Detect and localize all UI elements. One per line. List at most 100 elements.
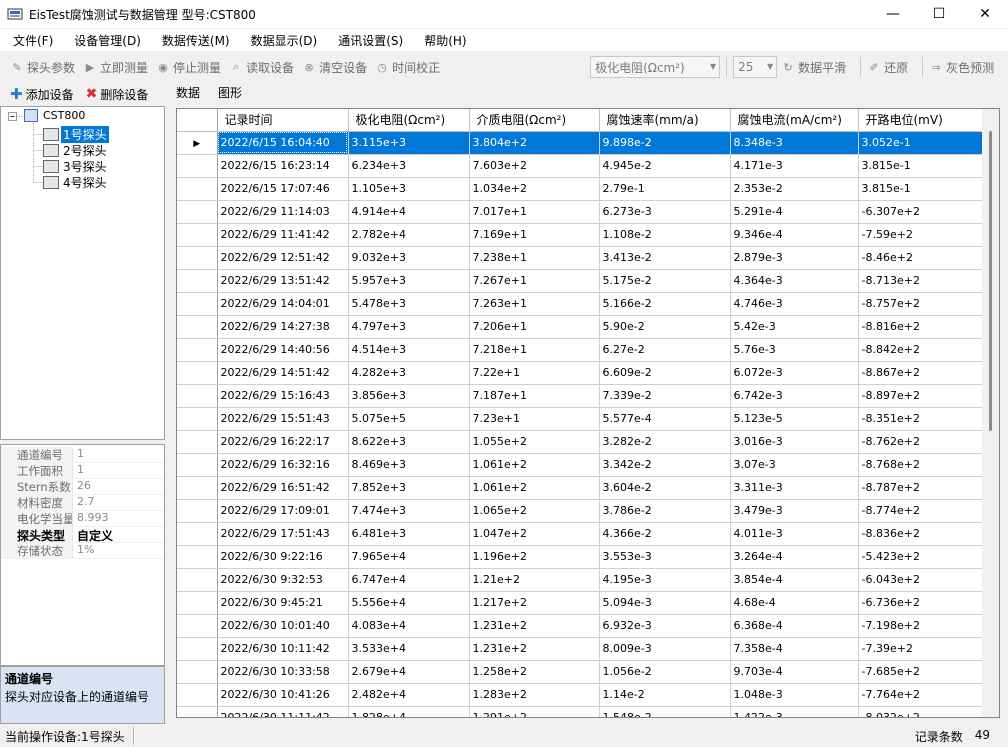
table-cell[interactable]: 3.052e-1: [858, 131, 984, 155]
table-row[interactable]: 2022/6/29 17:51:43 6.481e+3 1.047e+2 4.366e…: [177, 522, 984, 546]
table-cell[interactable]: 5.094e-3: [599, 591, 731, 615]
menu-comm[interactable]: 通讯设置(S): [325, 32, 411, 49]
row-header[interactable]: [177, 476, 218, 500]
table-cell[interactable]: -8.757e+2: [858, 292, 984, 316]
table-row[interactable]: 2022/6/29 16:22:17 8.622e+3 1.055e+2 3.282e…: [177, 430, 984, 454]
table-cell[interactable]: -7.685e+2: [858, 660, 984, 684]
table-cell[interactable]: -8.032e+2: [858, 706, 984, 717]
table-cell[interactable]: 2022/6/29 14:27:38: [217, 315, 349, 339]
stop-measure-button[interactable]: ◉ 停止测量: [156, 59, 221, 76]
table-cell[interactable]: 5.90e-2: [599, 315, 731, 339]
close-button[interactable]: ✕: [962, 0, 1008, 28]
table-cell[interactable]: -8.351e+2: [858, 407, 984, 431]
menu-help[interactable]: 帮助(H): [411, 32, 474, 49]
table-cell[interactable]: 6.609e-2: [599, 361, 731, 385]
table-row[interactable]: 2022/6/30 10:33:58 2.679e+4 1.258e+2 1.056e…: [177, 660, 984, 684]
scrollbar-thumb[interactable]: [989, 131, 992, 431]
menu-file[interactable]: 文件(F): [0, 32, 61, 49]
table-cell[interactable]: 5.166e-2: [599, 292, 731, 316]
row-header[interactable]: [177, 384, 218, 408]
table-cell[interactable]: 3.282e-2: [599, 430, 731, 454]
table-cell[interactable]: 7.218e+1: [469, 338, 600, 362]
table-cell[interactable]: 4.514e+3: [348, 338, 470, 362]
row-header[interactable]: [177, 660, 218, 684]
table-cell[interactable]: 2.782e+4: [348, 223, 470, 247]
table-cell[interactable]: -7.39e+2: [858, 637, 984, 661]
table-cell[interactable]: -8.867e+2: [858, 361, 984, 385]
table-cell[interactable]: 1.034e+2: [469, 177, 600, 201]
menu-device[interactable]: 设备管理(D): [61, 32, 149, 49]
tree-item-probe-4[interactable]: 4号探头: [43, 174, 109, 191]
table-cell[interactable]: 3.856e+3: [348, 384, 470, 408]
table-cell[interactable]: 8.622e+3: [348, 430, 470, 454]
table-cell[interactable]: 2022/6/30 9:22:16: [217, 545, 349, 569]
table-cell[interactable]: 7.22e+1: [469, 361, 600, 385]
table-cell[interactable]: 3.854e-4: [730, 568, 859, 592]
table-cell[interactable]: 7.169e+1: [469, 223, 600, 247]
row-header[interactable]: [177, 706, 218, 717]
table-cell[interactable]: 2.679e+4: [348, 660, 470, 684]
table-row[interactable]: 2022/6/30 10:41:26 2.482e+4 1.283e+2 1.14e-…: [177, 683, 984, 707]
tab-chart[interactable]: 图形: [218, 84, 242, 104]
table-cell[interactable]: -8.774e+2: [858, 499, 984, 523]
table-cell[interactable]: 3.413e-2: [599, 246, 731, 270]
tree-item-probe-3[interactable]: 3号探头: [43, 158, 109, 175]
table-cell[interactable]: -6.736e+2: [858, 591, 984, 615]
table-cell[interactable]: 3.479e-3: [730, 499, 859, 523]
table-row[interactable]: 2022/6/29 12:51:42 9.032e+3 7.238e+1 3.413e…: [177, 246, 984, 270]
table-cell[interactable]: 2022/6/15 16:23:14: [217, 154, 349, 178]
table-cell[interactable]: 1.056e-2: [599, 660, 731, 684]
row-header[interactable]: [177, 568, 218, 592]
table-cell[interactable]: 6.273e-3: [599, 200, 731, 224]
table-row[interactable]: 2022/6/29 17:09:01 7.474e+3 1.065e+2 3.786e…: [177, 499, 984, 523]
row-header[interactable]: [177, 545, 218, 569]
table-cell[interactable]: 2022/6/29 11:14:03: [217, 200, 349, 224]
table-cell[interactable]: -7.198e+2: [858, 614, 984, 638]
row-header[interactable]: [177, 246, 218, 270]
table-cell[interactable]: 3.815e-1: [858, 177, 984, 201]
tab-data[interactable]: 数据: [176, 84, 200, 104]
table-cell[interactable]: 3.804e+2: [469, 131, 600, 155]
table-cell[interactable]: 7.017e+1: [469, 200, 600, 224]
column-header[interactable]: 记录时间: [217, 109, 349, 132]
table-cell[interactable]: -8.46e+2: [858, 246, 984, 270]
table-cell[interactable]: 2.879e-3: [730, 246, 859, 270]
table-cell[interactable]: 3.016e-3: [730, 430, 859, 454]
table-row[interactable]: 2022/6/29 13:51:42 5.957e+3 7.267e+1 5.175e…: [177, 269, 984, 293]
table-row[interactable]: 2022/6/30 9:22:16 7.965e+4 1.196e+2 3.553e-…: [177, 545, 984, 569]
table-cell[interactable]: 2022/6/29 16:22:17: [217, 430, 349, 454]
table-row[interactable]: 2022/6/29 15:16:43 3.856e+3 7.187e+1 7.339e…: [177, 384, 984, 408]
table-row[interactable]: 2022/6/29 14:04:01 5.478e+3 7.263e+1 5.166e…: [177, 292, 984, 316]
table-cell[interactable]: 7.23e+1: [469, 407, 600, 431]
table-cell[interactable]: 9.898e-2: [599, 131, 731, 155]
table-cell[interactable]: 7.238e+1: [469, 246, 600, 270]
table-row[interactable]: 2022/6/29 14:27:38 4.797e+3 7.206e+1 5.90e-…: [177, 315, 984, 339]
table-cell[interactable]: -8.762e+2: [858, 430, 984, 454]
row-header[interactable]: [177, 361, 218, 385]
row-header[interactable]: [177, 453, 218, 477]
maximize-button[interactable]: ☐: [916, 0, 962, 28]
table-row[interactable]: 2022/6/30 11:11:42 1.828e+4 1.291e+2 1.548e…: [177, 706, 984, 717]
table-cell[interactable]: 4.011e-3: [730, 522, 859, 546]
table-cell[interactable]: 1.196e+2: [469, 545, 600, 569]
table-cell[interactable]: 7.965e+4: [348, 545, 470, 569]
table-cell[interactable]: 1.061e+2: [469, 453, 600, 477]
vertical-scrollbar[interactable]: [982, 109, 999, 717]
row-header[interactable]: [177, 407, 218, 431]
table-cell[interactable]: 2022/6/29 12:51:42: [217, 246, 349, 270]
table-cell[interactable]: 3.311e-3: [730, 476, 859, 500]
table-cell[interactable]: 2022/6/30 11:11:42: [217, 706, 349, 717]
table-cell[interactable]: 6.932e-3: [599, 614, 731, 638]
table-cell[interactable]: 8.469e+3: [348, 453, 470, 477]
table-cell[interactable]: 1.105e+3: [348, 177, 470, 201]
table-cell[interactable]: -8.816e+2: [858, 315, 984, 339]
table-cell[interactable]: 4.083e+4: [348, 614, 470, 638]
table-cell[interactable]: 4.746e-3: [730, 292, 859, 316]
table-cell[interactable]: 2022/6/29 13:51:42: [217, 269, 349, 293]
table-cell[interactable]: 1.258e+2: [469, 660, 600, 684]
column-header[interactable]: 介质电阻(Ωcm²): [469, 109, 600, 132]
table-cell[interactable]: 5.577e-4: [599, 407, 731, 431]
table-cell[interactable]: 1.108e-2: [599, 223, 731, 247]
table-cell[interactable]: 6.481e+3: [348, 522, 470, 546]
table-cell[interactable]: 4.945e-2: [599, 154, 731, 178]
